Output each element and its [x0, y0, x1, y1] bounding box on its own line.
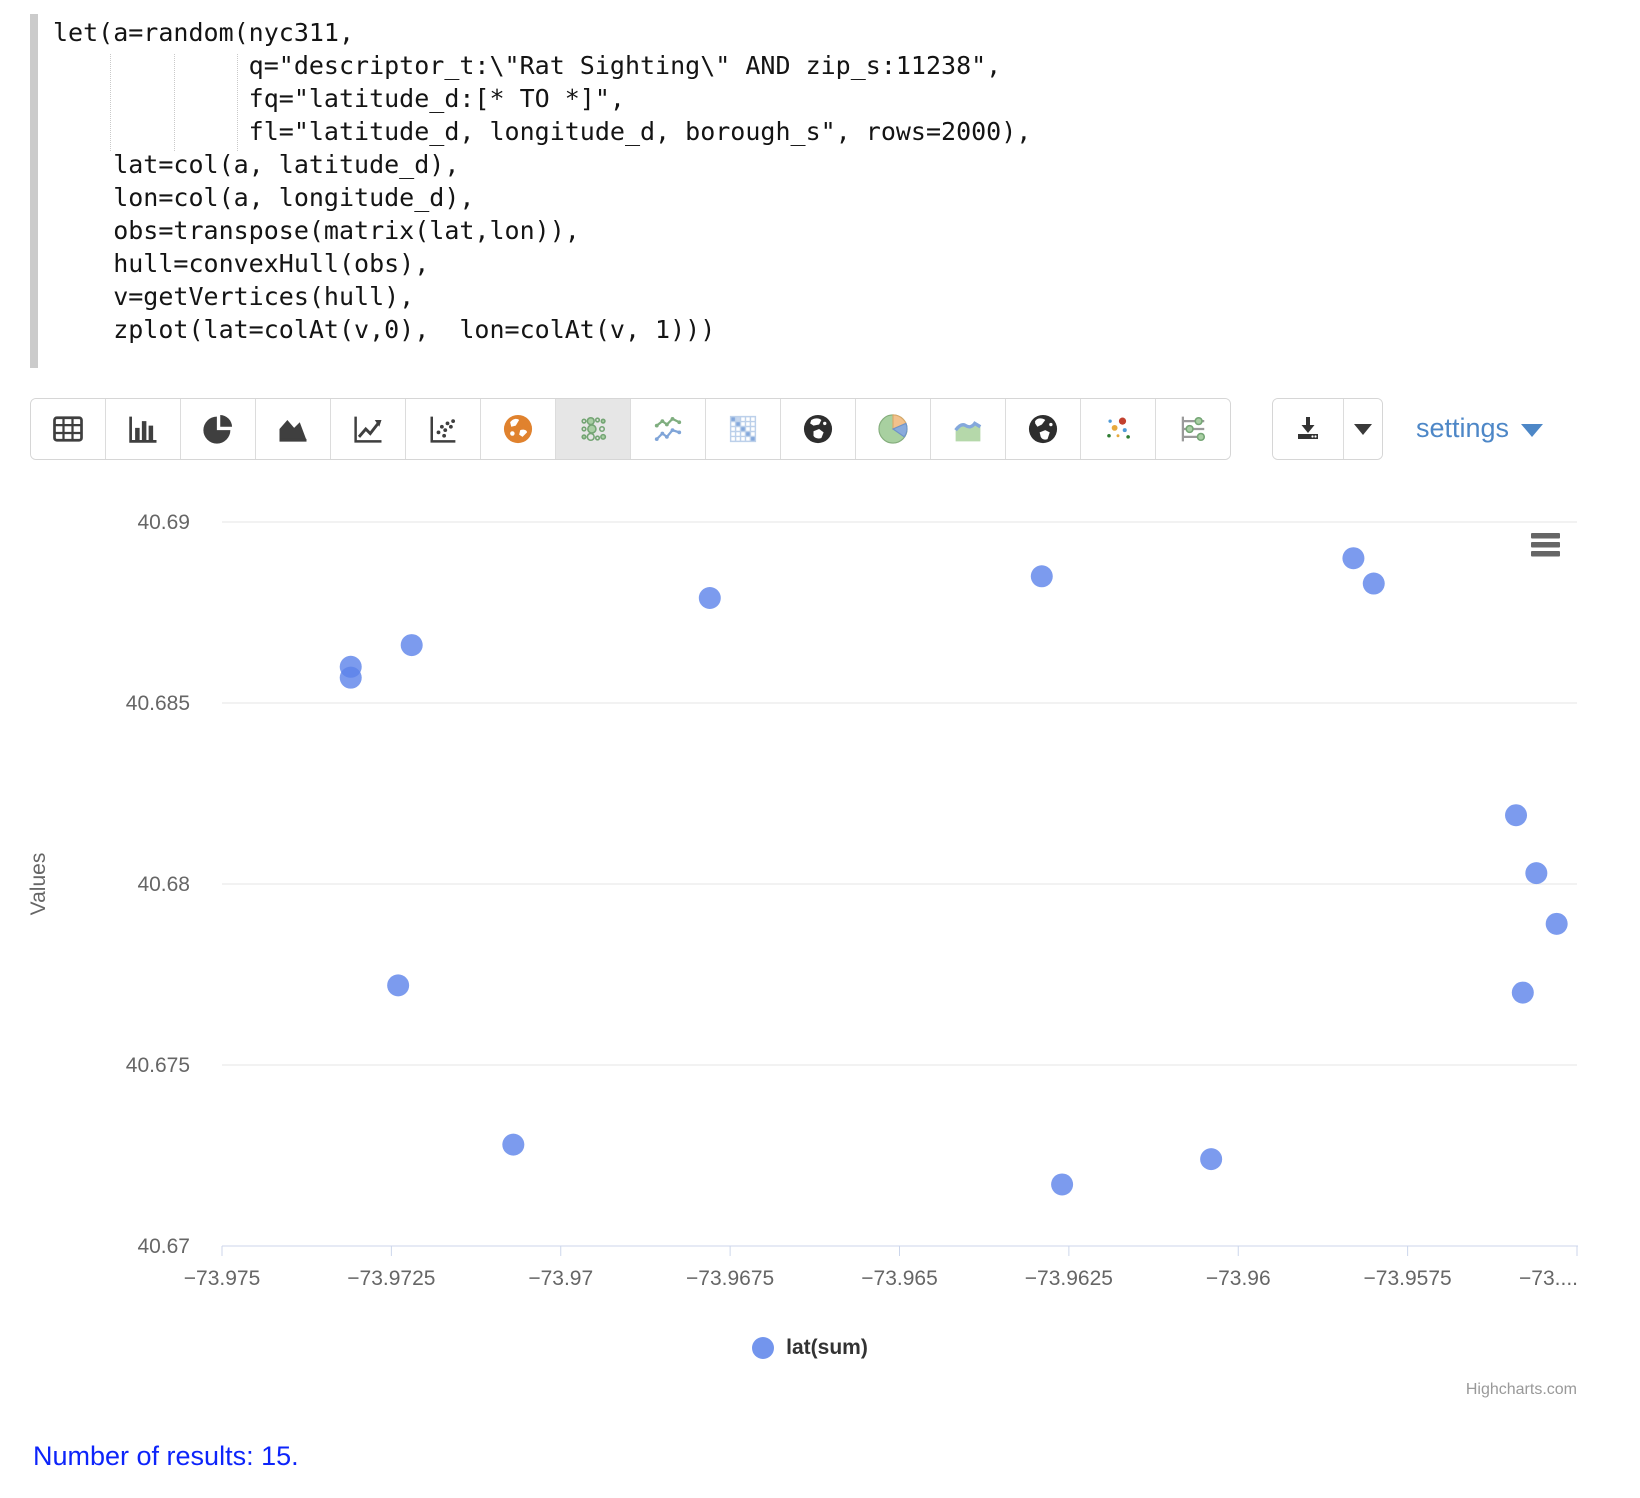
chart-type-multiline-button[interactable]: [630, 399, 705, 459]
hamburger-bar: [1531, 551, 1560, 557]
settings-link[interactable]: settings: [1416, 398, 1543, 458]
data-point[interactable]: [1051, 1173, 1073, 1195]
data-point[interactable]: [1546, 913, 1568, 935]
data-point[interactable]: [1525, 862, 1547, 884]
data-point[interactable]: [1031, 565, 1053, 587]
table-icon: [50, 411, 86, 447]
x-axis-label: −73.965: [861, 1267, 938, 1290]
hamburger-bar: [1531, 533, 1560, 539]
y-axis-title: Values: [27, 853, 50, 916]
download-icon: [1292, 413, 1324, 445]
download-options-button[interactable]: [1343, 399, 1382, 459]
column-chart-icon: [125, 411, 161, 447]
chart-svg: 40.69 40.685 40.68 40.675 40.67 −73.975 −73.97…: [0, 480, 1640, 1335]
chart-type-table-button[interactable]: [31, 399, 105, 459]
chart-type-map-orange-button[interactable]: [480, 399, 555, 459]
chart-type-pie-colored-button[interactable]: [855, 399, 930, 459]
x-axis-label: −73.97: [528, 1267, 593, 1290]
chart-type-button-group: [30, 398, 1231, 460]
pie-chart-colored-icon: [875, 411, 911, 447]
y-axis-label: 40.67: [137, 1235, 190, 1258]
chart-type-scatter-button[interactable]: [405, 399, 480, 459]
x-axis-label: −73.9625: [1025, 1267, 1113, 1290]
area-chart-icon: [275, 411, 311, 447]
data-point[interactable]: [1505, 804, 1527, 826]
settings-label: settings: [1416, 413, 1509, 444]
area-chart-colored-icon: [950, 411, 986, 447]
bubble-chart-icon: [575, 411, 611, 447]
data-point[interactable]: [340, 667, 362, 689]
editor-gutter-bar: [30, 14, 38, 368]
heatmap-icon: [725, 411, 761, 447]
chart-type-area-colored-button[interactable]: [930, 399, 1005, 459]
chart-type-globe2-button[interactable]: [1005, 399, 1080, 459]
x-axis-label: −73.96: [1206, 1267, 1271, 1290]
x-axis-label: −73.9725: [347, 1267, 435, 1290]
chevron-down-icon: [1354, 424, 1372, 435]
chevron-down-icon: [1521, 424, 1543, 437]
data-point[interactable]: [699, 587, 721, 609]
y-axis-label: 40.675: [126, 1054, 190, 1077]
results-count-text: Number of results: 15.: [33, 1441, 299, 1472]
scatter-colored-icon: [1100, 411, 1136, 447]
chart-type-levels-button[interactable]: [1155, 399, 1230, 459]
scatter-chart: 40.69 40.685 40.68 40.675 40.67 −73.975 −73.97…: [0, 480, 1640, 1335]
x-axis-label: −73.975: [184, 1267, 261, 1290]
chart-type-pie-button[interactable]: [180, 399, 255, 459]
legend-marker-icon: [752, 1337, 774, 1359]
x-axis-label: −73.9575: [1364, 1267, 1452, 1290]
scatter-plot-icon: [425, 411, 461, 447]
x-axis-label: −73....: [1519, 1267, 1578, 1290]
x-axis-label: −73.9675: [686, 1267, 774, 1290]
globe-dark-icon: [800, 411, 836, 447]
download-button-group: [1272, 398, 1383, 460]
globe-dark-icon: [1025, 411, 1061, 447]
line-chart-icon: [350, 411, 386, 447]
data-point[interactable]: [1363, 573, 1385, 595]
chart-toolbar: settings: [0, 398, 1640, 460]
download-button[interactable]: [1273, 399, 1343, 459]
chart-context-menu-button[interactable]: [1531, 533, 1560, 557]
chart-legend-item[interactable]: lat(sum): [30, 1333, 1590, 1363]
code-editor: let(a=random(nyc311, q="descriptor_t:\"R…: [0, 0, 1640, 380]
data-point[interactable]: [1342, 547, 1364, 569]
chart-type-bubble-button[interactable]: [555, 399, 630, 459]
chart-type-heatmap-button[interactable]: [705, 399, 780, 459]
y-axis-label: 40.68: [137, 873, 190, 896]
y-axis-label: 40.69: [137, 511, 190, 534]
y-axis-label: 40.685: [126, 692, 190, 715]
chart-type-line-button[interactable]: [330, 399, 405, 459]
data-point[interactable]: [1512, 982, 1534, 1004]
data-point[interactable]: [387, 974, 409, 996]
pie-chart-icon: [200, 411, 236, 447]
data-point[interactable]: [502, 1134, 524, 1156]
chart-type-globe1-button[interactable]: [780, 399, 855, 459]
data-point[interactable]: [401, 634, 423, 656]
data-point[interactable]: [1200, 1148, 1222, 1170]
code-content[interactable]: let(a=random(nyc311, q="descriptor_t:\"R…: [53, 16, 1031, 346]
chart-type-scatter-colored-button[interactable]: [1080, 399, 1155, 459]
highcharts-credits[interactable]: Highcharts.com: [1466, 1381, 1577, 1399]
chart-type-area-button[interactable]: [255, 399, 330, 459]
globe-orange-icon: [500, 411, 536, 447]
multi-line-chart-icon: [650, 411, 686, 447]
chart-type-column-button[interactable]: [105, 399, 180, 459]
levels-icon: [1175, 411, 1211, 447]
legend-label: lat(sum): [786, 1336, 868, 1360]
hamburger-bar: [1531, 542, 1560, 548]
